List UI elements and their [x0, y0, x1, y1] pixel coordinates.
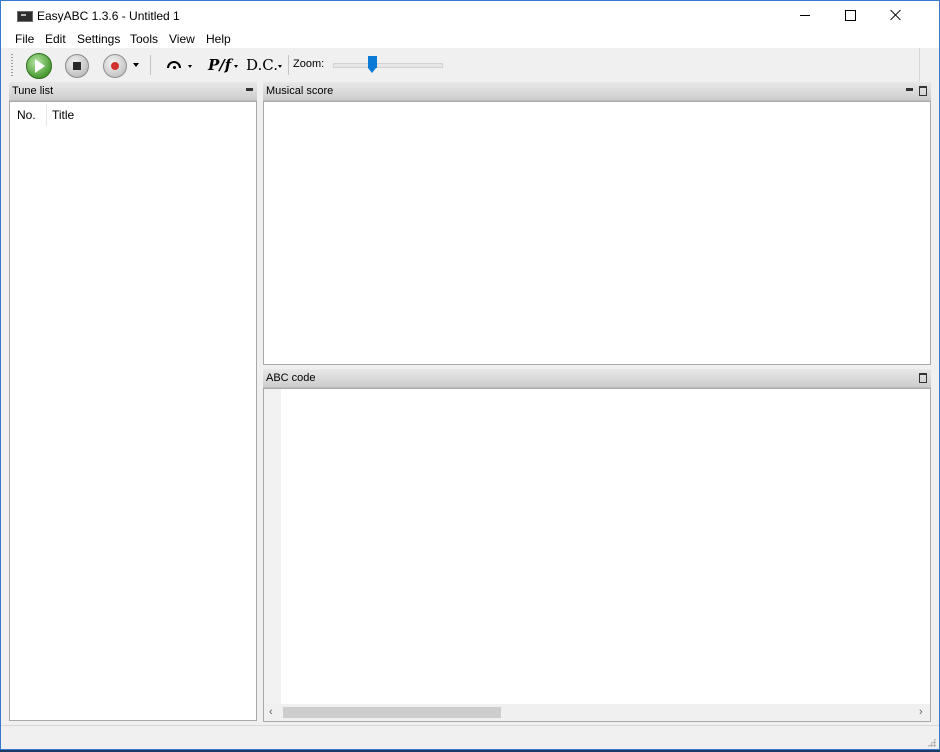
- zoom-slider-thumb[interactable]: [368, 56, 378, 73]
- resize-grip-icon[interactable]: [927, 738, 936, 747]
- column-divider[interactable]: [46, 104, 47, 126]
- menu-bar: File Edit Settings Tools View Help: [1, 30, 939, 48]
- toolbar-separator: [288, 55, 289, 75]
- status-bar: [1, 725, 939, 749]
- menu-view[interactable]: View: [169, 32, 195, 46]
- menu-settings[interactable]: Settings: [77, 32, 120, 46]
- record-dropdown-arrow-icon[interactable]: [133, 63, 139, 67]
- minimize-icon: [800, 15, 810, 16]
- dynamics-button[interactable]: P/f: [208, 56, 231, 74]
- column-header-number[interactable]: No.: [17, 108, 36, 134]
- abc-code-header: ABC code: [263, 369, 931, 388]
- menu-file[interactable]: File: [15, 32, 34, 46]
- scroll-right-icon[interactable]: ›: [919, 707, 923, 718]
- dc-button[interactable]: D.C.: [246, 56, 278, 74]
- title-bar: EasyABC 1.3.6 - Untitled 1: [1, 1, 939, 30]
- abc-code-title: ABC code: [266, 372, 316, 384]
- maximize-button[interactable]: [827, 1, 873, 30]
- tune-list-title: Tune list: [12, 85, 54, 97]
- horizontal-scrollbar[interactable]: ‹ ›: [264, 704, 930, 721]
- toolbar-separator: [150, 55, 151, 75]
- app-icon: [17, 11, 33, 22]
- column-header-title[interactable]: Title: [52, 108, 74, 134]
- menu-help[interactable]: Help: [206, 32, 231, 46]
- zoom-label: Zoom:: [293, 58, 325, 70]
- pin-icon[interactable]: [246, 88, 253, 91]
- tune-list[interactable]: No. Title: [9, 101, 257, 721]
- musical-score-area[interactable]: [263, 101, 931, 365]
- dc-dropdown-arrow-icon[interactable]: [278, 65, 282, 68]
- musical-score-header: Musical score: [263, 82, 931, 101]
- zoom-slider-track[interactable]: [333, 63, 443, 68]
- line-number-gutter: [264, 389, 281, 705]
- musical-score-title: Musical score: [266, 85, 334, 97]
- close-button[interactable]: [873, 1, 919, 30]
- close-icon: [890, 9, 902, 21]
- dynamics-dropdown-arrow-icon[interactable]: [234, 65, 238, 68]
- menu-edit[interactable]: Edit: [45, 32, 66, 46]
- fermata-dropdown-arrow-icon[interactable]: [188, 65, 192, 68]
- restore-icon[interactable]: [919, 86, 927, 96]
- app-window: EasyABC 1.3.6 - Untitled 1 File Edit Set…: [0, 0, 940, 750]
- maximize-icon: [845, 10, 856, 21]
- scrollbar-thumb[interactable]: [283, 707, 501, 718]
- pin-icon[interactable]: [906, 88, 913, 91]
- abc-code-editor[interactable]: ‹ ›: [263, 388, 931, 722]
- fermata-icon[interactable]: [167, 61, 183, 69]
- scroll-left-icon[interactable]: ‹: [269, 707, 273, 718]
- restore-icon[interactable]: [919, 373, 927, 383]
- toolbar: P/f D.C. Zoom:: [1, 48, 920, 82]
- stop-button[interactable]: [65, 54, 89, 78]
- menu-tools[interactable]: Tools: [130, 32, 158, 46]
- minimize-button[interactable]: [782, 1, 828, 30]
- window-title: EasyABC 1.3.6 - Untitled 1: [37, 9, 180, 23]
- tune-list-header: Tune list: [9, 82, 257, 101]
- toolbar-grip[interactable]: [11, 54, 13, 76]
- record-button[interactable]: [103, 54, 127, 78]
- play-button[interactable]: [26, 53, 52, 79]
